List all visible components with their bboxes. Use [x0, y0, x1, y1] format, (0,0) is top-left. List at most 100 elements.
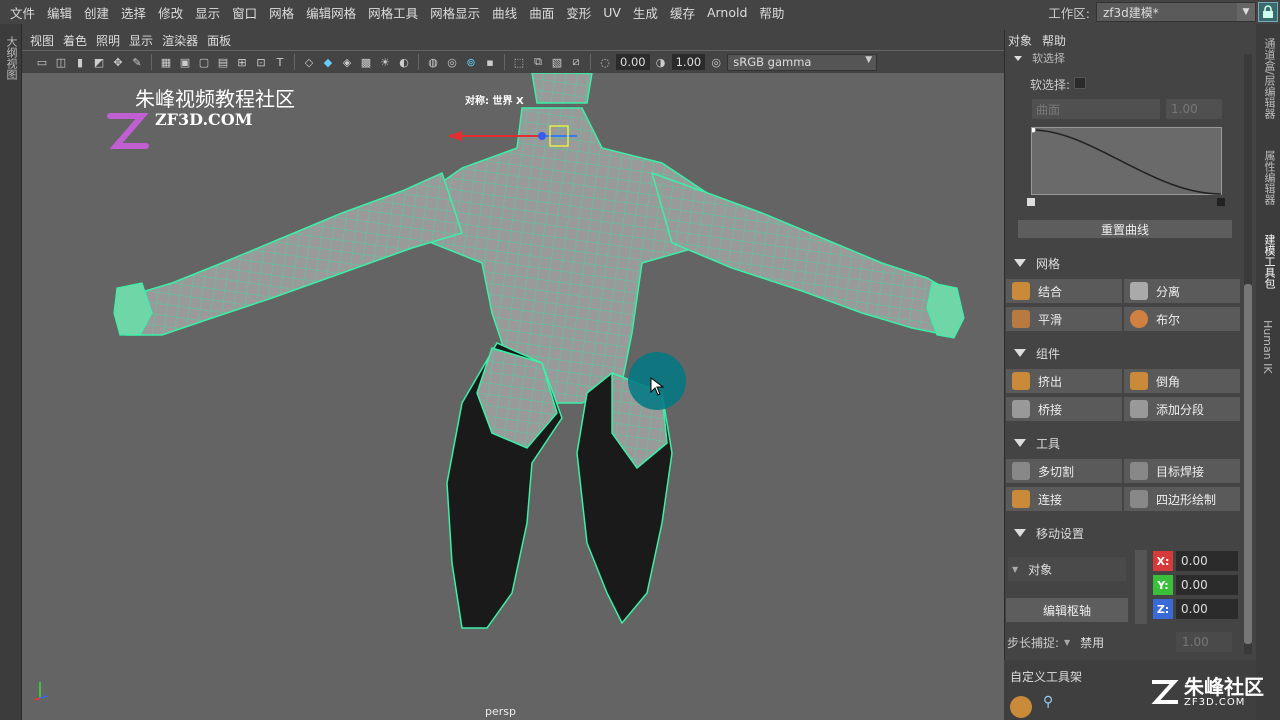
smooth-button[interactable]: 平滑 [1006, 307, 1122, 331]
viewport-canvas[interactable] [22, 72, 1004, 720]
move-icon[interactable]: ✥ [110, 54, 126, 70]
human-ik-tab[interactable]: Human IK [1261, 320, 1274, 374]
menu-uv[interactable]: UV [599, 5, 629, 20]
channel-box-tab[interactable]: 通道盒/层编辑器 [1261, 38, 1277, 119]
safe-title-icon[interactable]: T [272, 54, 288, 70]
field-chart-icon[interactable]: ⊞ [234, 54, 250, 70]
pivot-y-field[interactable]: 0.00 [1176, 575, 1238, 595]
wire-on-shaded-icon[interactable]: ◈ [339, 54, 355, 70]
tools-section-header[interactable]: 工具 [1010, 434, 1060, 452]
vp-menu-show[interactable]: 显示 [129, 32, 162, 49]
menu-cache[interactable]: 缓存 [666, 3, 703, 22]
panel-scrollbar[interactable] [1244, 54, 1252, 654]
gate-mask-icon[interactable]: ▤ [215, 54, 231, 70]
menu-mesh-tools[interactable]: 网格工具 [364, 3, 426, 22]
tool-icon[interactable]: ✎ [129, 54, 145, 70]
gamma-field[interactable]: 1.00 [671, 54, 706, 70]
film-gate-icon[interactable]: ▣ [177, 54, 193, 70]
workspace-dropdown[interactable]: zf3d建模* ▼ [1096, 2, 1256, 22]
curve-key-left[interactable] [1027, 198, 1035, 206]
camera-attr-icon[interactable]: ◫ [53, 54, 69, 70]
extrude-button[interactable]: 挤出 [1006, 369, 1122, 393]
z-axis-icon[interactable]: Z: [1153, 599, 1173, 619]
falloff-value-field[interactable]: 1.00 [1166, 99, 1222, 119]
menu-mesh[interactable]: 网格 [265, 3, 302, 22]
curve-key-right[interactable] [1217, 198, 1225, 206]
menu-edit-mesh[interactable]: 编辑网格 [302, 3, 364, 22]
menu-surfaces[interactable]: 曲面 [525, 3, 562, 22]
menu-mesh-display[interactable]: 网格显示 [426, 3, 488, 22]
modeling-toolkit-tab[interactable]: 建模工具包 [1261, 234, 1277, 289]
fit-icon[interactable]: ⧄ [568, 54, 584, 70]
panel-menu-help[interactable]: 帮助 [1042, 32, 1076, 49]
components-section-header[interactable]: 组件 [1010, 344, 1060, 362]
select-icon[interactable]: ⬚ [511, 54, 527, 70]
wireframe-icon[interactable]: ◇ [301, 54, 317, 70]
menu-curves[interactable]: 曲线 [488, 3, 525, 22]
camera-icon[interactable]: ▭ [34, 54, 50, 70]
move-space-dropdown[interactable]: ▼ 对象 [1008, 557, 1126, 581]
menu-generate[interactable]: 生成 [629, 3, 666, 22]
vp-menu-lighting[interactable]: 照明 [96, 32, 129, 49]
menu-edit[interactable]: 编辑 [43, 3, 80, 22]
falloff-curve-editor[interactable] [1030, 127, 1222, 195]
textured-icon[interactable]: ▩ [358, 54, 374, 70]
menu-create[interactable]: 创建 [80, 3, 117, 22]
bridge-button[interactable]: 桥接 [1006, 397, 1122, 421]
outliner-tab[interactable]: 大纲视图 [3, 36, 19, 80]
step-snap-value-field[interactable]: 1.00 [1176, 632, 1232, 652]
y-axis-icon[interactable]: Y: [1153, 575, 1173, 595]
move-settings-header[interactable]: 移动设置 [1010, 524, 1084, 542]
step-snap-dropdown[interactable]: ▼ 禁用 [1064, 632, 1170, 652]
shelf-tool-icon[interactable] [1010, 696, 1032, 718]
frame-selected-icon[interactable]: ▧ [549, 54, 565, 70]
lights-icon[interactable]: ☀ [377, 54, 393, 70]
boolean-button[interactable]: 布尔 [1124, 307, 1240, 331]
pivot-x-field[interactable]: 0.00 [1176, 551, 1238, 571]
grid-icon[interactable]: ▦ [158, 54, 174, 70]
isolate-icon[interactable]: ⊚ [463, 54, 479, 70]
aa-icon[interactable]: ▪ [482, 54, 498, 70]
target-weld-button[interactable]: 目标焊接 [1124, 459, 1240, 483]
image-plane-icon[interactable]: ◩ [91, 54, 107, 70]
viewport-panel[interactable] [22, 30, 1004, 720]
shelf-search-icon[interactable]: ⚲ [1043, 694, 1065, 716]
menu-arnold[interactable]: Arnold [703, 5, 755, 20]
separate-button[interactable]: 分离 [1124, 279, 1240, 303]
combine-button[interactable]: 结合 [1006, 279, 1122, 303]
exposure-field[interactable]: 0.00 [616, 54, 650, 70]
edit-pivot-button[interactable]: 编辑枢轴 [1006, 598, 1128, 622]
menu-modify[interactable]: 修改 [154, 3, 191, 22]
color-mgmt-icon[interactable]: ◎ [708, 54, 724, 70]
vp-menu-renderer[interactable]: 渲染器 [162, 32, 207, 49]
menu-display[interactable]: 显示 [191, 3, 228, 22]
connect-button[interactable]: 连接 [1006, 487, 1122, 511]
vp-menu-panels[interactable]: 面板 [207, 32, 240, 49]
panel-menu-object[interactable]: 对象 [1008, 32, 1042, 49]
menu-select[interactable]: 选择 [117, 3, 154, 22]
character-mesh[interactable] [22, 72, 1004, 720]
menu-window[interactable]: 窗口 [228, 3, 265, 22]
quad-draw-button[interactable]: 四边形绘制 [1124, 487, 1240, 511]
pivot-z-field[interactable]: 0.00 [1176, 599, 1238, 619]
falloff-mode-dropdown[interactable]: 曲面 [1032, 99, 1160, 119]
mesh-section-header[interactable]: 网格 [1010, 254, 1060, 272]
x-axis-icon[interactable]: X: [1153, 551, 1173, 571]
shadows-icon[interactable]: ◐ [396, 54, 412, 70]
vp-menu-shading[interactable]: 着色 [63, 32, 96, 49]
frame-all-icon[interactable]: ⧉ [530, 54, 546, 70]
scrollbar-thumb[interactable] [1244, 284, 1252, 644]
menu-file[interactable]: 文件 [6, 3, 43, 22]
reset-curve-button[interactable]: 重置曲线 [1018, 220, 1232, 238]
add-divisions-button[interactable]: 添加分段 [1124, 397, 1240, 421]
menu-help[interactable]: 帮助 [755, 3, 792, 22]
gamma-icon[interactable]: ◑ [653, 54, 669, 70]
smooth-shade-icon[interactable]: ◆ [320, 54, 336, 70]
resolution-gate-icon[interactable]: ▢ [196, 54, 212, 70]
xray-icon[interactable]: ◍ [425, 54, 441, 70]
multi-cut-button[interactable]: 多切割 [1006, 459, 1122, 483]
lock-icon[interactable] [1258, 2, 1278, 22]
attribute-editor-tab[interactable]: 属性编辑器 [1261, 150, 1277, 205]
soft-select-header[interactable]: 软选择 [1010, 49, 1065, 67]
safe-action-icon[interactable]: ⊡ [253, 54, 269, 70]
